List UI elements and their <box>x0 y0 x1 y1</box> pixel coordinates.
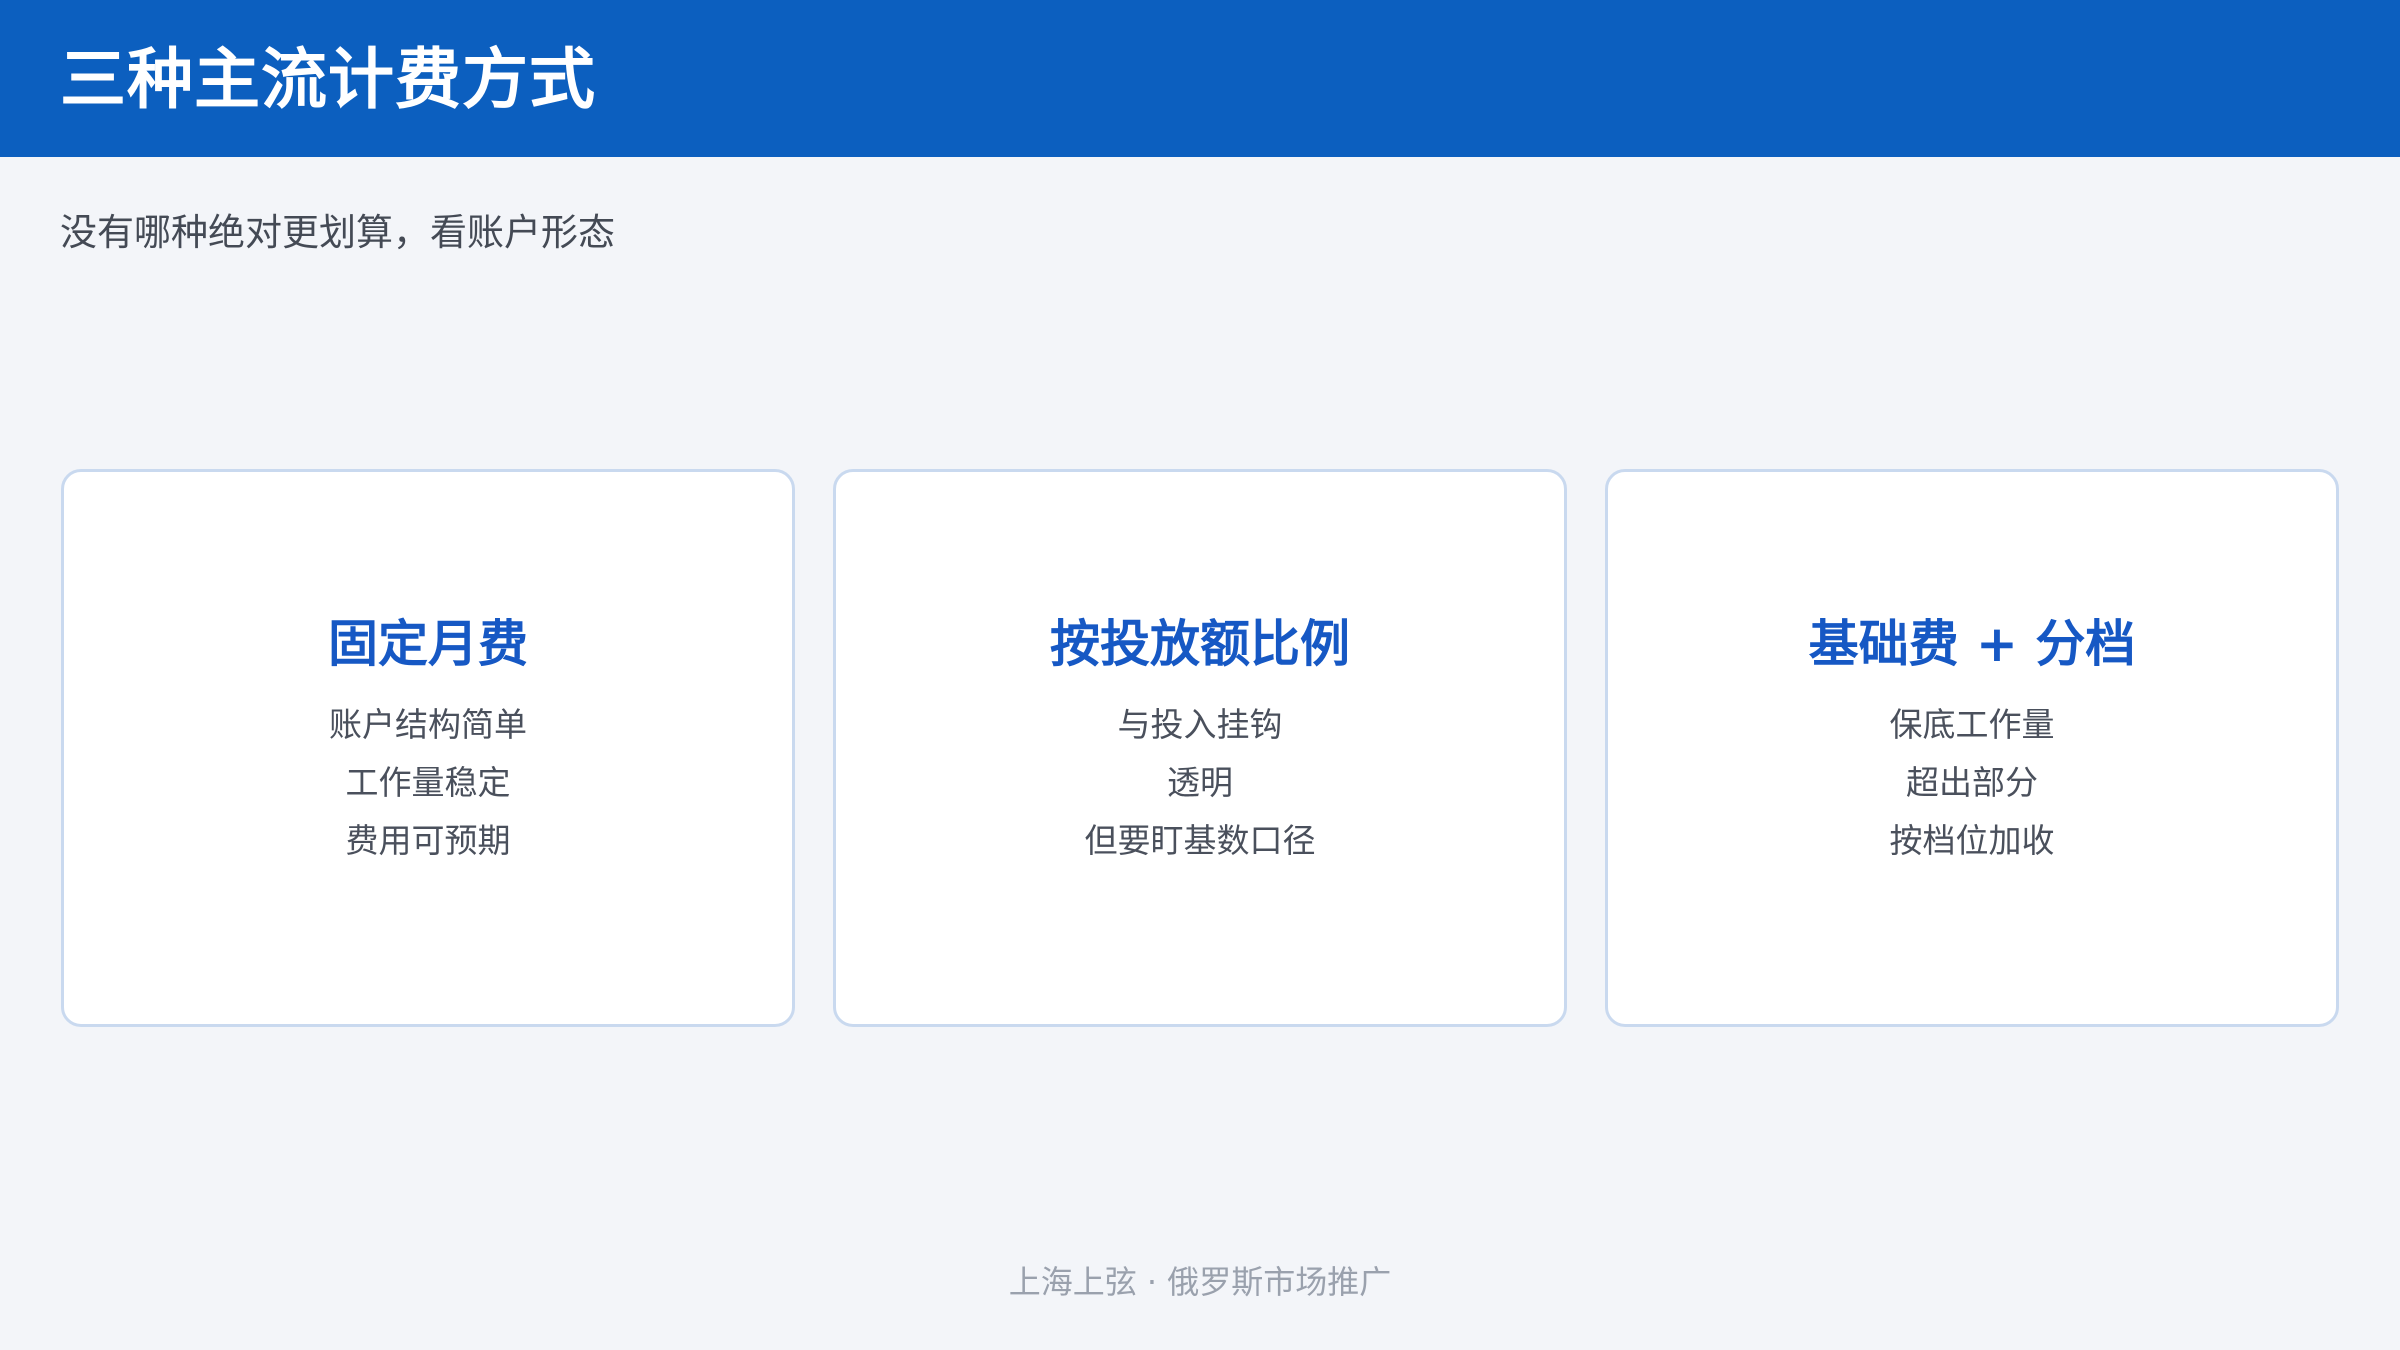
footer: 上海上弦 · 俄罗斯市场推广 <box>1008 1263 1392 1301</box>
header-bar: 三种主流计费方式 <box>0 0 2400 157</box>
card-title: 按投放额比例 <box>1050 615 1350 673</box>
page-title: 三种主流计费方式 <box>60 41 596 118</box>
card-title: 基础费 + 分档 <box>1808 615 2136 673</box>
card-line: 按档位加收 <box>1889 821 2055 860</box>
card-line: 超出部分 <box>1906 763 2038 802</box>
pricing-cards: 固定月费 账户结构简单 工作量稳定 费用可预期 按投放额比例 与投入挂钩 透明 … <box>61 469 2339 1027</box>
card-line: 费用可预期 <box>345 821 511 860</box>
card-line: 工作量稳定 <box>345 763 511 802</box>
card-fixed-monthly: 固定月费 账户结构简单 工作量稳定 费用可预期 <box>61 469 795 1027</box>
card-base-plus-tier: 基础费 + 分档 保底工作量 超出部分 按档位加收 <box>1605 469 2339 1027</box>
slide: 三种主流计费方式 没有哪种绝对更划算，看账户形态 固定月费 账户结构简单 工作量… <box>0 0 2400 1350</box>
card-line: 与投入挂钩 <box>1117 705 1283 744</box>
card-line: 但要盯基数口径 <box>1084 821 1316 860</box>
card-line: 透明 <box>1167 763 1233 802</box>
subtitle: 没有哪种绝对更划算，看账户形态 <box>60 211 615 254</box>
card-line: 账户结构简单 <box>329 705 527 744</box>
card-spend-percentage: 按投放额比例 与投入挂钩 透明 但要盯基数口径 <box>833 469 1567 1027</box>
card-line: 保底工作量 <box>1889 705 2055 744</box>
card-title: 固定月费 <box>328 615 528 673</box>
